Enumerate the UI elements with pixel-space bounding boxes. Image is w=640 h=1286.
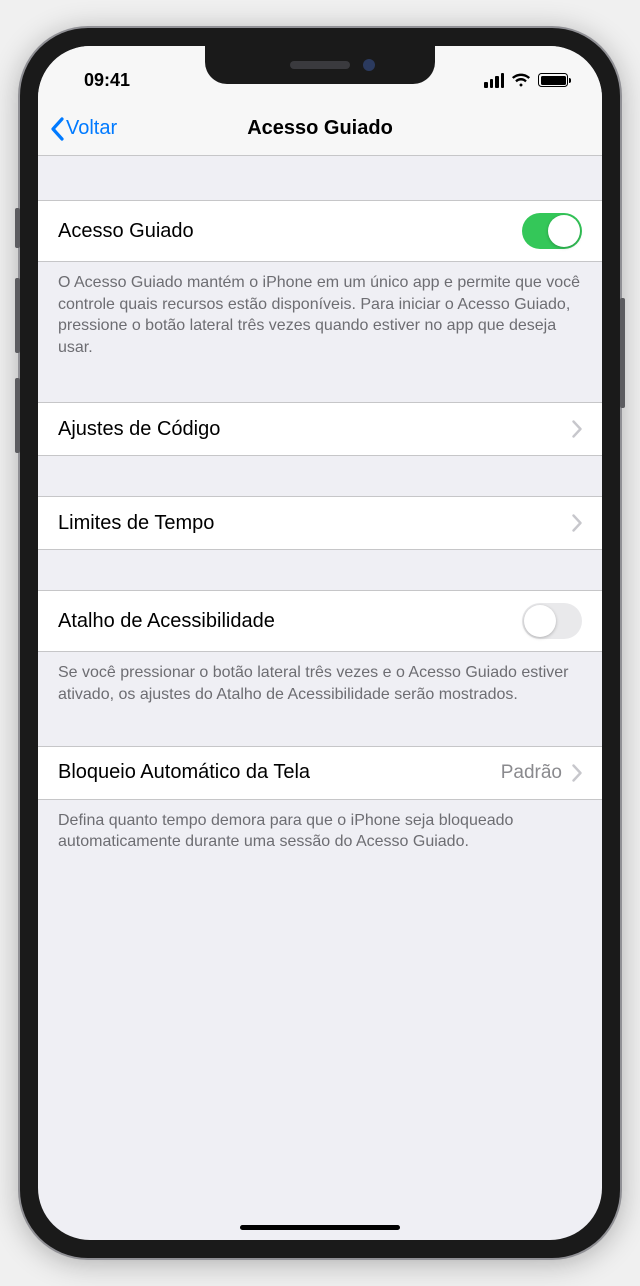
cellular-signal-icon [484, 73, 504, 88]
volume-down [15, 378, 20, 453]
side-button [620, 298, 625, 408]
time-limits-row[interactable]: Limites de Tempo [38, 496, 602, 550]
mute-switch [15, 208, 20, 248]
row-label: Acesso Guiado [58, 220, 522, 243]
notch [205, 46, 435, 84]
nav-title: Acesso Guiado [38, 117, 602, 140]
status-right [484, 73, 574, 88]
accessibility-shortcut-footer: Se você pressionar o botão lateral três … [38, 652, 602, 705]
guided-access-toggle-row[interactable]: Acesso Guiado [38, 200, 602, 262]
speaker-grill [290, 61, 350, 69]
row-label: Ajustes de Código [58, 418, 572, 441]
row-label: Limites de Tempo [58, 512, 572, 535]
screen: 09:41 Voltar Acesso Guiado [38, 46, 602, 1240]
battery-icon [538, 73, 568, 87]
volume-up [15, 278, 20, 353]
back-button[interactable]: Voltar [50, 117, 117, 141]
back-label: Voltar [66, 117, 117, 140]
chevron-left-icon [50, 117, 64, 141]
row-label: Atalho de Acessibilidade [58, 610, 522, 633]
chevron-right-icon [572, 420, 582, 438]
accessibility-shortcut-row[interactable]: Atalho de Acessibilidade [38, 590, 602, 652]
home-indicator[interactable] [240, 1225, 400, 1231]
chevron-right-icon [572, 764, 582, 782]
device-frame: 09:41 Voltar Acesso Guiado [20, 28, 620, 1258]
auto-lock-footer: Defina quanto tempo demora para que o iP… [38, 800, 602, 853]
front-camera [363, 59, 375, 71]
guided-access-toggle[interactable] [522, 213, 582, 249]
auto-lock-value: Padrão [501, 762, 562, 784]
auto-lock-row[interactable]: Bloqueio Automático da Tela Padrão [38, 746, 602, 800]
nav-bar: Voltar Acesso Guiado [38, 102, 602, 156]
content: Acesso Guiado O Acesso Guiado mantém o i… [38, 156, 602, 853]
wifi-icon [511, 73, 531, 87]
row-label: Bloqueio Automático da Tela [58, 761, 501, 784]
guided-access-footer: O Acesso Guiado mantém o iPhone em um ún… [38, 262, 602, 358]
chevron-right-icon [572, 514, 582, 532]
accessibility-shortcut-toggle[interactable] [522, 603, 582, 639]
passcode-settings-row[interactable]: Ajustes de Código [38, 402, 602, 456]
status-time: 09:41 [66, 70, 130, 91]
